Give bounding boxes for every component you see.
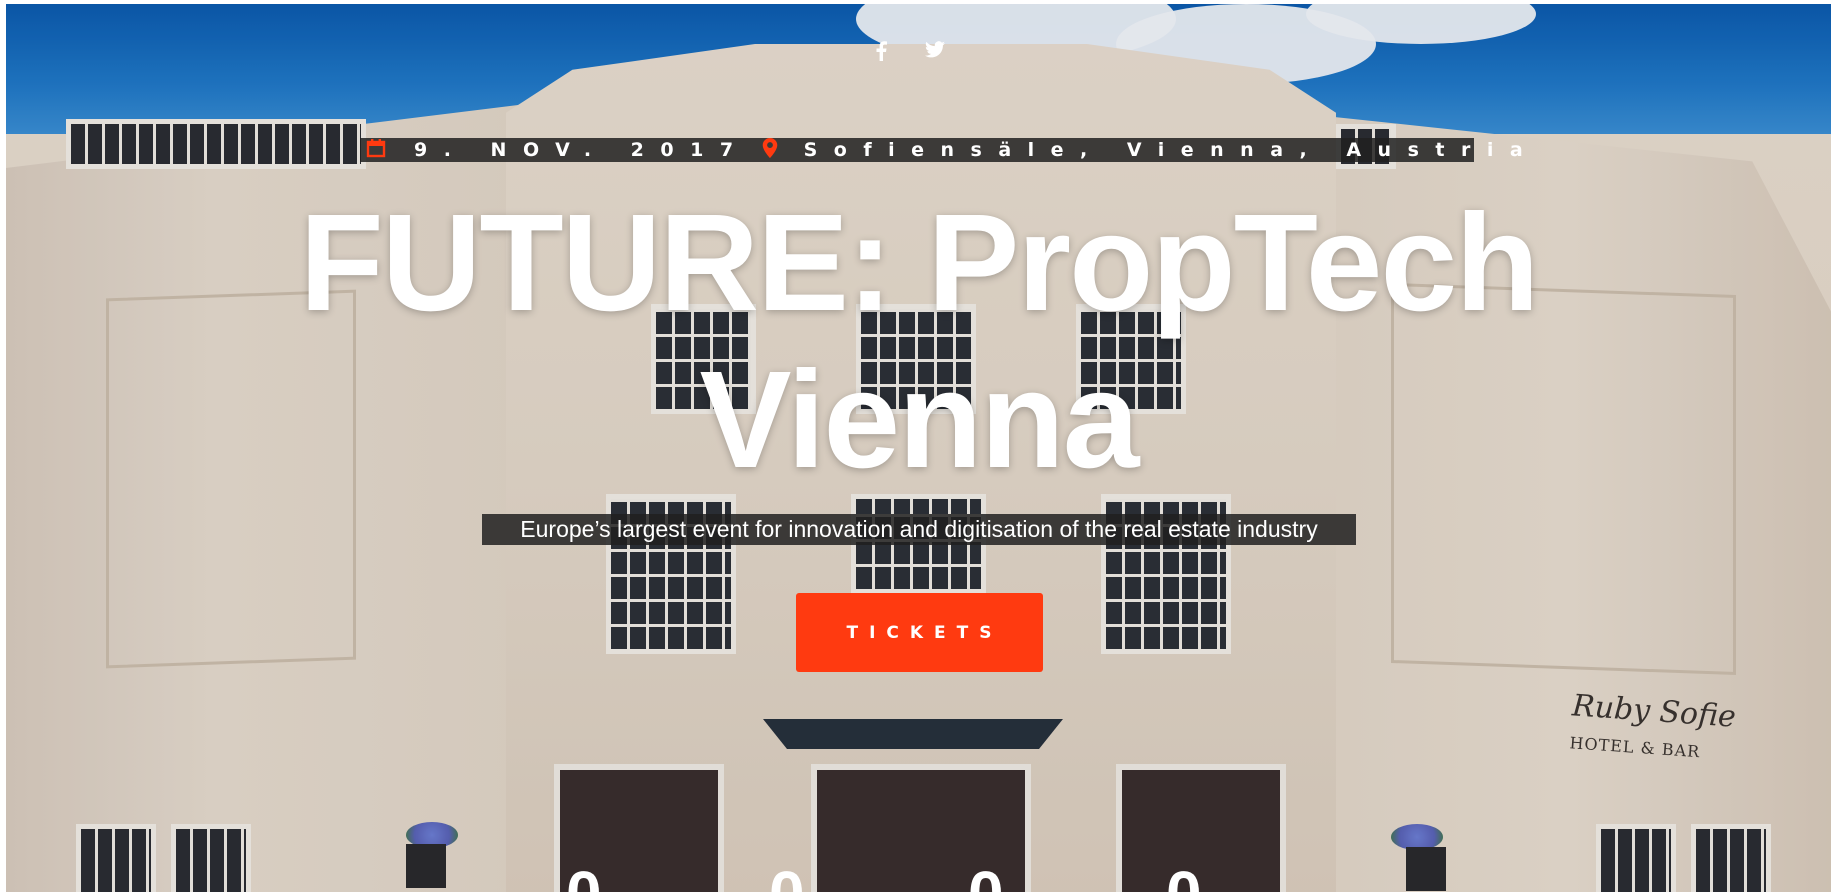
facebook-icon[interactable]: [876, 41, 887, 61]
countdown-days: 0: [566, 862, 602, 892]
countdown-minutes: 0: [968, 862, 1004, 892]
calendar-icon: [366, 138, 386, 163]
social-links: [876, 41, 945, 61]
event-info-bar: 9. NOV. 2017 Sofiensäle, Vienna, Austria: [360, 137, 1523, 163]
event-title-line-2: Vienna: [699, 343, 1140, 497]
countdown-seconds: 0: [1166, 862, 1202, 892]
event-venue: Sofiensäle, Vienna, Austria: [803, 139, 1540, 161]
map-pin-icon: [762, 137, 778, 163]
event-title-line-1: FUTURE: PropTech: [299, 186, 1539, 340]
twitter-icon[interactable]: [925, 41, 945, 61]
tickets-button[interactable]: TICKETS: [796, 593, 1043, 672]
event-tagline: Europe’s largest event for innovation an…: [482, 514, 1356, 545]
event-date: 9. NOV. 2017: [414, 139, 750, 161]
countdown-hours: 0: [769, 862, 805, 892]
hero-section: Ruby Sofie HOTEL & BAR 9. NOV. 2017 Sofi…: [6, 4, 1831, 892]
